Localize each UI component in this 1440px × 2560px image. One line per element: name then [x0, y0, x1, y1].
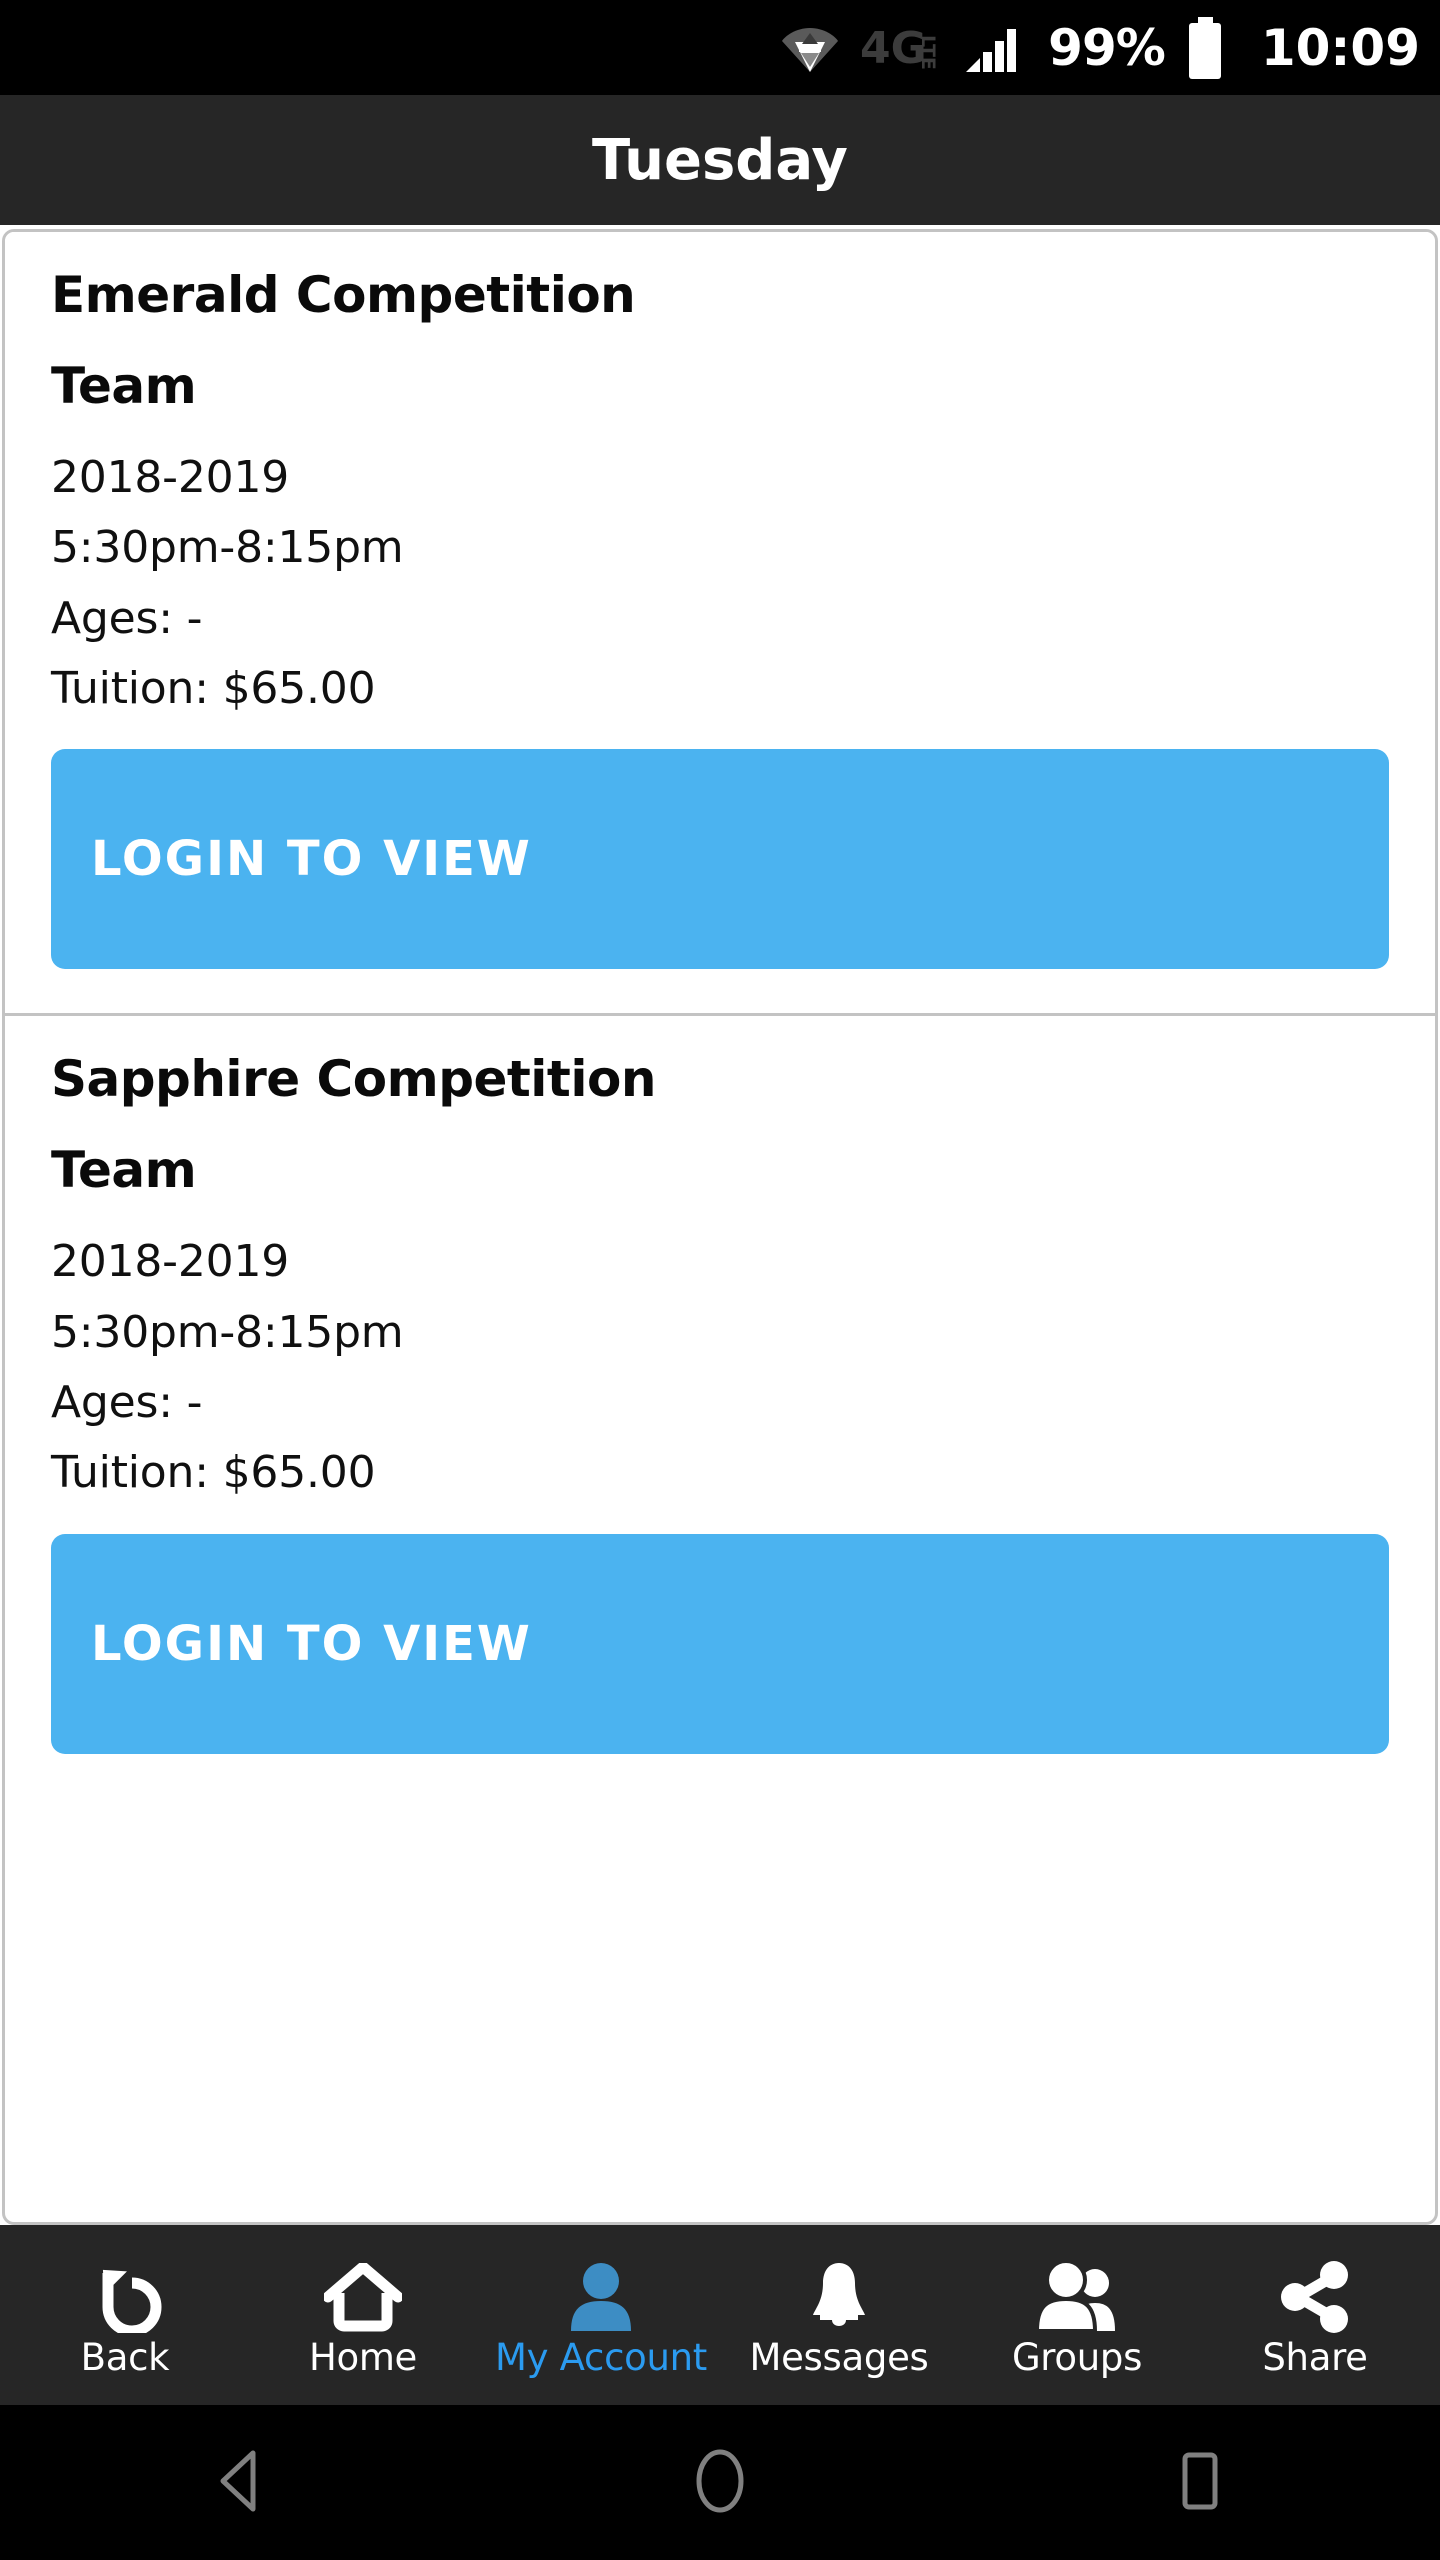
network-type-icon: 4G LTE	[860, 23, 950, 73]
network-label-text: 4G	[860, 23, 927, 73]
network-sub-text: LTE	[917, 35, 939, 70]
class-card: Sapphire Competition Team 2018-2019 5:30…	[5, 1013, 1435, 1798]
system-back-button[interactable]	[0, 2405, 480, 2560]
class-tuition: Tuition: $65.00	[51, 1447, 376, 1499]
class-tuition: Tuition: $65.00	[51, 662, 376, 714]
page-title: Tuesday	[592, 127, 848, 193]
class-time: 5:30pm-8:15pm	[51, 522, 404, 574]
undo-arrow-icon	[88, 2255, 162, 2333]
login-to-view-button[interactable]: LOGIN TO VIEW	[51, 1533, 1389, 1754]
nav-item-messages[interactable]: Messages	[720, 2225, 958, 2405]
bell-icon	[805, 2255, 873, 2333]
nav-label: Share	[1262, 2335, 1368, 2379]
system-recents-button[interactable]	[960, 2405, 1440, 2560]
class-season: 2018-2019	[51, 452, 290, 503]
share-nodes-icon	[1277, 2255, 1353, 2333]
nav-label: Home	[308, 2335, 418, 2379]
system-home-button[interactable]	[480, 2405, 960, 2560]
nav-item-groups[interactable]: Groups	[958, 2225, 1196, 2405]
nav-item-share[interactable]: Share	[1196, 2225, 1434, 2405]
nav-label: Messages	[749, 2335, 929, 2379]
phone-screen: 4G LTE 99% 10:09 Tuesday Emerald Competi…	[0, 0, 1440, 2560]
android-system-nav	[0, 2405, 1440, 2560]
class-list-scroll-area[interactable]: Emerald Competition Team 2018-2019 5:30p…	[0, 225, 1440, 2225]
nav-label: Back	[80, 2335, 170, 2379]
class-subtitle: Team	[51, 357, 197, 415]
nav-label: My Account	[495, 2335, 707, 2379]
class-subtitle: Team	[51, 1141, 197, 1200]
class-title: Sapphire Competition	[51, 1050, 656, 1109]
nav-item-home[interactable]: Home	[244, 2225, 482, 2405]
battery-percent-text: 99%	[1048, 18, 1166, 77]
class-card: Emerald Competition Team 2018-2019 5:30p…	[5, 232, 1435, 1014]
login-to-view-button[interactable]: LOGIN TO VIEW	[51, 749, 1389, 970]
wifi-icon	[782, 22, 839, 74]
status-bar: 4G LTE 99% 10:09	[0, 0, 1440, 95]
house-icon	[324, 2255, 402, 2333]
circle-home-icon	[693, 2448, 747, 2518]
nav-item-back[interactable]: Back	[6, 2225, 244, 2405]
class-card-stack: Emerald Competition Team 2018-2019 5:30p…	[2, 229, 1438, 2225]
clock-text: 10:09	[1260, 18, 1420, 77]
class-time: 5:30pm-8:15pm	[51, 1306, 404, 1358]
class-season: 2018-2019	[51, 1236, 290, 1288]
person-icon	[565, 2255, 637, 2333]
signal-bars-icon	[964, 22, 1022, 74]
nav-item-my-account[interactable]: My Account	[482, 2225, 720, 2405]
battery-full-icon	[1185, 16, 1225, 79]
bottom-navigation-bar: Back Home My Account Messages Groups Sha…	[0, 2225, 1440, 2405]
class-title: Emerald Competition	[51, 266, 636, 324]
people-icon	[1033, 2255, 1121, 2333]
app-header: Tuesday	[0, 95, 1440, 225]
class-ages: Ages: -	[51, 1376, 203, 1428]
class-ages: Ages: -	[51, 592, 203, 644]
square-recents-icon	[1175, 2450, 1225, 2516]
triangle-back-icon	[217, 2449, 263, 2517]
nav-label: Groups	[1011, 2335, 1143, 2379]
